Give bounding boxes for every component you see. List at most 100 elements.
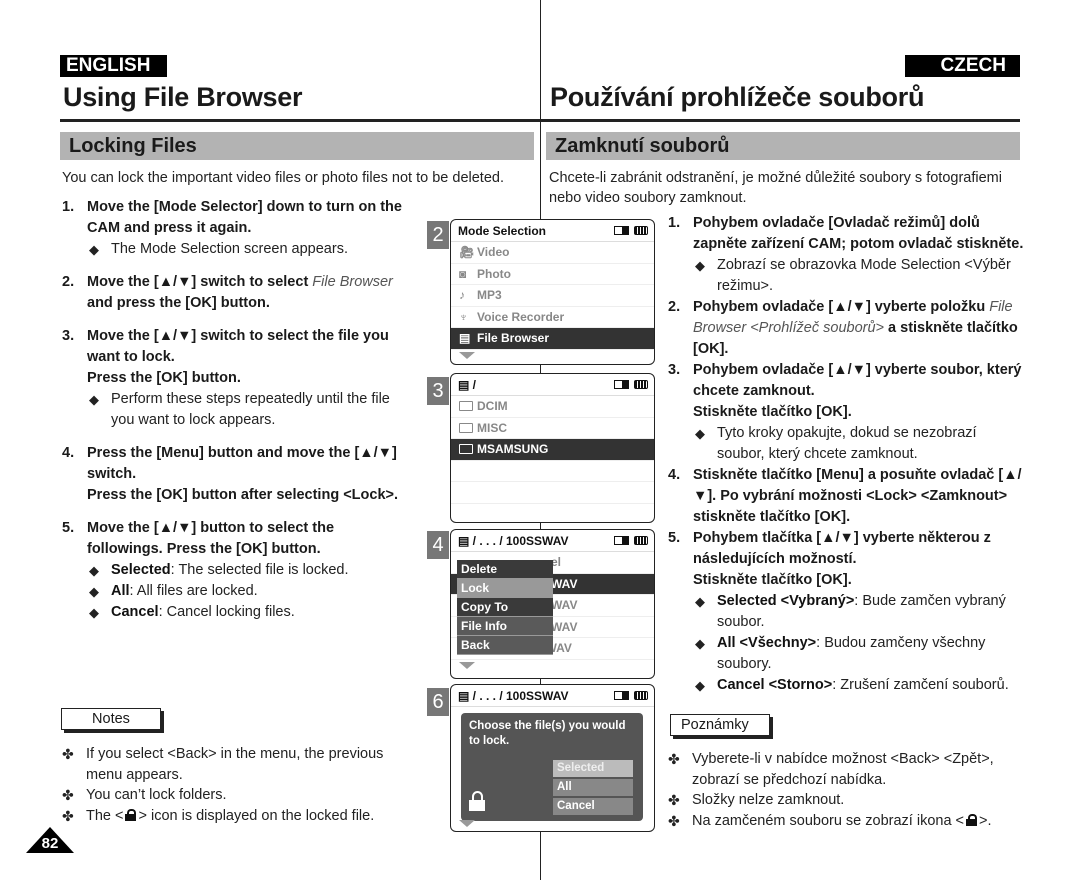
diamond-bullet-icon: ◆: [695, 258, 705, 273]
battery-icon: [634, 380, 648, 389]
menu-item-copy-to[interactable]: Copy To: [457, 598, 553, 617]
step-3: 3. Pohybem ovladače [▲/▼] vyberte soubor…: [668, 360, 1028, 465]
folder-icon: [459, 422, 473, 433]
note-item: ✤ Vyberete-li v nabídce možnost <Back> <Z…: [668, 751, 994, 788]
step-option: ◆ Selected <Vybraný>: Bude zamčen vybraný…: [695, 593, 1006, 630]
screen-file-browser-root: ▤ / DCIM MISC MSAMSUNG: [450, 373, 655, 523]
step-2: 2. Move the [▲/▼] switch to select File …: [62, 274, 393, 311]
note-item: ✤ If you select <Back> in the menu, the p…: [62, 746, 384, 783]
page-number: 82: [26, 827, 74, 853]
screen-file-menu: ▤ / . . . / 100SSWAV el WAV WAV WAV SWAV…: [450, 529, 655, 679]
mode-item-voice-recorder[interactable]: ♆ Voice Recorder: [451, 307, 654, 328]
mode-item-video[interactable]: 🎥︎ Video: [451, 242, 654, 264]
file-icon: ▤: [458, 534, 473, 548]
lock-icon: [125, 808, 137, 821]
steps-english: 1. Move the [Mode Selector] down to turn…: [62, 197, 412, 635]
screen-header: ▤ / . . . / 100SSWAV: [451, 685, 654, 707]
diamond-bullet-icon: ◆: [695, 678, 705, 693]
microphone-icon: ♆: [459, 309, 468, 324]
step-1: 1. Move the [Mode Selector] down to turn…: [62, 197, 412, 260]
step-note: ◆ Zobrazí se obrazovka Mode Selection <Vý…: [695, 257, 1011, 294]
notes-label-czech: Poznámky: [670, 714, 770, 736]
empty-row: [451, 461, 654, 482]
file-icon: ▤: [459, 331, 471, 345]
mode-item-file-browser[interactable]: ▤ File Browser: [451, 328, 654, 350]
scroll-down-icon[interactable]: [459, 820, 475, 827]
step-5: 5. Pohybem tlačítka [▲/▼] vyberte někter…: [668, 528, 1028, 696]
diamond-bullet-icon: ◆: [89, 242, 99, 257]
menu-item-delete[interactable]: Delete: [457, 560, 553, 579]
screen-number: 2: [427, 221, 449, 249]
step-4: 4. Press the [Menu] button and move the …: [62, 445, 399, 503]
clover-bullet-icon: ✤: [668, 812, 680, 829]
step-option: ◆ All <Všechny>: Budou zamčeny všechny so…: [695, 635, 986, 672]
scroll-down-icon[interactable]: [459, 661, 475, 669]
step-option: ◆ Cancel <Storno>: Zrušení zamčení soubor…: [693, 675, 1028, 696]
page-title-czech: Používání prohlížeče souborů: [550, 82, 925, 112]
lock-icon: [966, 813, 978, 826]
context-menu: Delete Lock Copy To File Info Back: [457, 560, 553, 655]
folder-icon: [459, 401, 473, 411]
memory-icon: [614, 536, 629, 545]
battery-icon: [634, 691, 648, 700]
page-title-english: Using File Browser: [63, 82, 303, 112]
screen-number: 3: [427, 377, 449, 405]
file-icon: ▤: [458, 378, 473, 392]
header-rule: [60, 119, 1020, 122]
diamond-bullet-icon: ◆: [89, 605, 99, 620]
clover-bullet-icon: ✤: [62, 787, 74, 803]
note-item: ✤ You can’t lock folders.: [62, 785, 412, 806]
step-option: ◆ Cancel: Cancel locking files.: [87, 602, 412, 623]
screen-lock-dialog: ▤ / . . . / 100SSWAV Choose the file(s) …: [450, 684, 655, 832]
language-badge-english: ENGLISH: [60, 55, 167, 77]
clover-bullet-icon: ✤: [62, 807, 74, 824]
option-selected[interactable]: Selected: [553, 760, 633, 777]
step-option: ◆ Selected: The selected file is locked.: [87, 560, 412, 581]
scroll-down-icon[interactable]: [459, 351, 475, 359]
option-all[interactable]: All: [553, 779, 633, 796]
clover-bullet-icon: ✤: [668, 792, 680, 808]
diamond-bullet-icon: ◆: [695, 594, 705, 609]
file-icon: ▤: [458, 689, 473, 703]
note-item: ✤ Složky nelze zamknout.: [668, 790, 1028, 811]
step-3: 3. Move the [▲/▼] switch to select the f…: [62, 326, 412, 431]
note-item: ✤ The < > icon is displayed on the locked …: [62, 806, 412, 827]
language-badge-czech: CZECH: [905, 55, 1020, 77]
dialog-message: Choose the file(s) you would to lock.: [469, 720, 626, 747]
lock-dialog: Choose the file(s) you would to lock. Se…: [461, 713, 643, 821]
intro-czech: Chcete-li zabránit odstranění, je možné …: [549, 170, 1002, 206]
section-heading-english: Locking Files: [60, 132, 534, 160]
screen-header: Mode Selection: [451, 220, 654, 242]
notes-label-english: Notes: [61, 708, 161, 730]
video-camera-icon: 🎥︎: [459, 245, 475, 259]
mode-item-photo[interactable]: ◙ Photo: [451, 264, 654, 285]
menu-item-back[interactable]: Back: [457, 636, 553, 655]
music-note-icon: ♪: [459, 288, 465, 302]
option-cancel[interactable]: Cancel: [553, 798, 633, 815]
folder-item[interactable]: DCIM: [451, 396, 654, 418]
folder-icon: [459, 444, 473, 454]
empty-row: [451, 482, 654, 504]
menu-item-lock[interactable]: Lock: [457, 579, 553, 598]
mode-item-mp3[interactable]: ♪ MP3: [451, 285, 654, 307]
diamond-bullet-icon: ◆: [695, 636, 705, 651]
screen-header: ▤ / . . . / 100SSWAV: [451, 530, 654, 552]
step-1: 1. Pohybem ovladače [Ovladač režimů] dol…: [668, 213, 1028, 297]
diamond-bullet-icon: ◆: [695, 426, 705, 441]
memory-icon: [614, 380, 629, 389]
steps-czech: 1. Pohybem ovladače [Ovladač režimů] dol…: [668, 213, 1028, 696]
lock-icon: [469, 791, 485, 811]
battery-icon: [634, 226, 648, 235]
step-2: 2. Pohybem ovladače [▲/▼] vyberte položk…: [668, 299, 1018, 357]
folder-item[interactable]: MISC: [451, 418, 654, 439]
menu-item-file-info[interactable]: File Info: [457, 617, 553, 636]
folder-item[interactable]: MSAMSUNG: [451, 439, 654, 461]
step-note: ◆ Tyto kroky opakujte, dokud se nezobrazí…: [695, 425, 977, 462]
clover-bullet-icon: ✤: [62, 746, 74, 762]
memory-icon: [614, 691, 629, 700]
dialog-options: Selected All Cancel: [553, 760, 633, 817]
screen-number: 6: [427, 688, 449, 716]
step-note: ◆ Perform these steps repeatedly until th…: [89, 391, 390, 428]
battery-icon: [634, 536, 648, 545]
diamond-bullet-icon: ◆: [89, 584, 99, 599]
